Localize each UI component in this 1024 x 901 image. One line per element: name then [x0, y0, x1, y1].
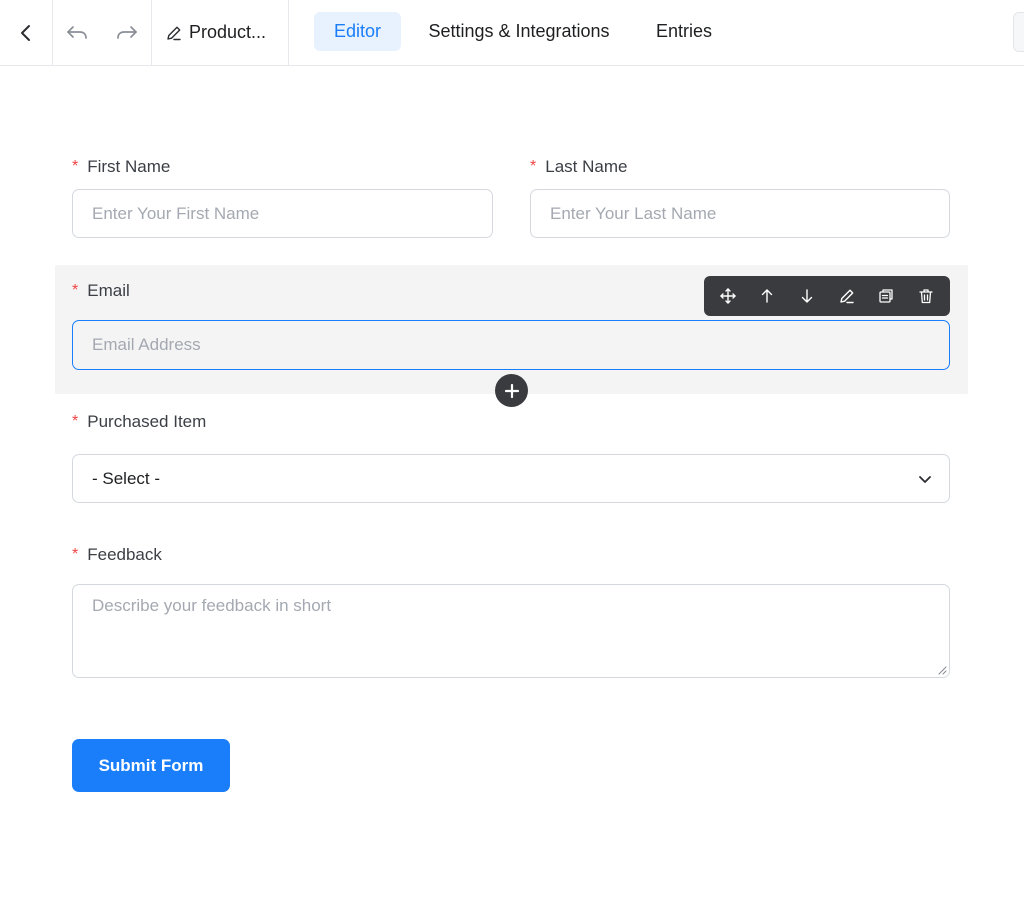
required-mark: *	[72, 413, 79, 430]
purchased-item-label: * Purchased Item	[72, 412, 206, 432]
duplicate-field-button[interactable]	[869, 279, 903, 313]
header-action-button[interactable]	[1013, 12, 1024, 52]
move-icon	[720, 288, 736, 304]
required-mark: *	[530, 158, 537, 175]
required-mark: *	[72, 282, 79, 299]
feedback-label: * Feedback	[72, 545, 162, 565]
top-bar: Product... Editor Settings & Integration…	[0, 0, 1024, 66]
chevron-left-icon	[21, 24, 30, 41]
add-field-button[interactable]	[495, 374, 528, 407]
back-button[interactable]	[0, 0, 53, 65]
chevron-down-icon	[919, 475, 931, 483]
move-up-button[interactable]	[750, 279, 784, 313]
required-mark: *	[72, 158, 79, 175]
field-toolbar	[704, 276, 950, 316]
last-name-placeholder: Enter Your Last Name	[550, 203, 717, 223]
resize-grip-icon[interactable]	[937, 665, 947, 675]
form-title: Product...	[189, 22, 267, 42]
undo-button[interactable]	[53, 0, 101, 65]
redo-button[interactable]	[103, 0, 152, 65]
email-input[interactable]: Email Address	[72, 320, 950, 370]
duplicate-icon	[879, 289, 894, 303]
first-name-placeholder: Enter Your First Name	[92, 203, 260, 223]
plus-icon	[504, 383, 519, 398]
required-mark: *	[72, 546, 79, 563]
arrow-down-icon	[801, 289, 813, 303]
redo-icon	[117, 25, 137, 39]
edit-field-button[interactable]	[830, 279, 864, 313]
tab-entries[interactable]: Entries	[642, 12, 726, 51]
tab-editor[interactable]: Editor	[314, 12, 401, 51]
first-name-label: * First Name	[72, 157, 170, 177]
submit-form-button[interactable]: Submit Form	[72, 739, 230, 792]
feedback-placeholder: Describe your feedback in short	[92, 596, 332, 615]
first-name-label-text: First Name	[87, 157, 171, 176]
feedback-label-text: Feedback	[87, 545, 162, 564]
email-label: * Email	[72, 281, 130, 301]
email-label-text: Email	[87, 281, 130, 300]
pencil-icon	[840, 289, 854, 304]
feedback-textarea[interactable]: Describe your feedback in short	[72, 584, 950, 678]
move-button[interactable]	[711, 279, 745, 313]
trash-icon	[919, 289, 933, 304]
last-name-label: * Last Name	[530, 157, 627, 177]
first-name-input[interactable]: Enter Your First Name	[72, 189, 493, 238]
purchased-item-selected: - Select -	[92, 468, 161, 488]
arrow-up-icon	[762, 289, 773, 303]
pencil-icon	[167, 26, 181, 40]
email-placeholder: Email Address	[92, 335, 201, 354]
undo-icon	[67, 25, 87, 39]
form-title-button[interactable]: Product...	[152, 0, 289, 65]
last-name-label-text: Last Name	[545, 157, 628, 176]
tab-settings-integrations[interactable]: Settings & Integrations	[409, 12, 629, 51]
last-name-input[interactable]: Enter Your Last Name	[530, 189, 950, 238]
purchased-item-label-text: Purchased Item	[87, 412, 207, 431]
move-down-button[interactable]	[790, 279, 824, 313]
purchased-item-select[interactable]: - Select -	[72, 454, 950, 503]
delete-field-button[interactable]	[909, 279, 943, 313]
